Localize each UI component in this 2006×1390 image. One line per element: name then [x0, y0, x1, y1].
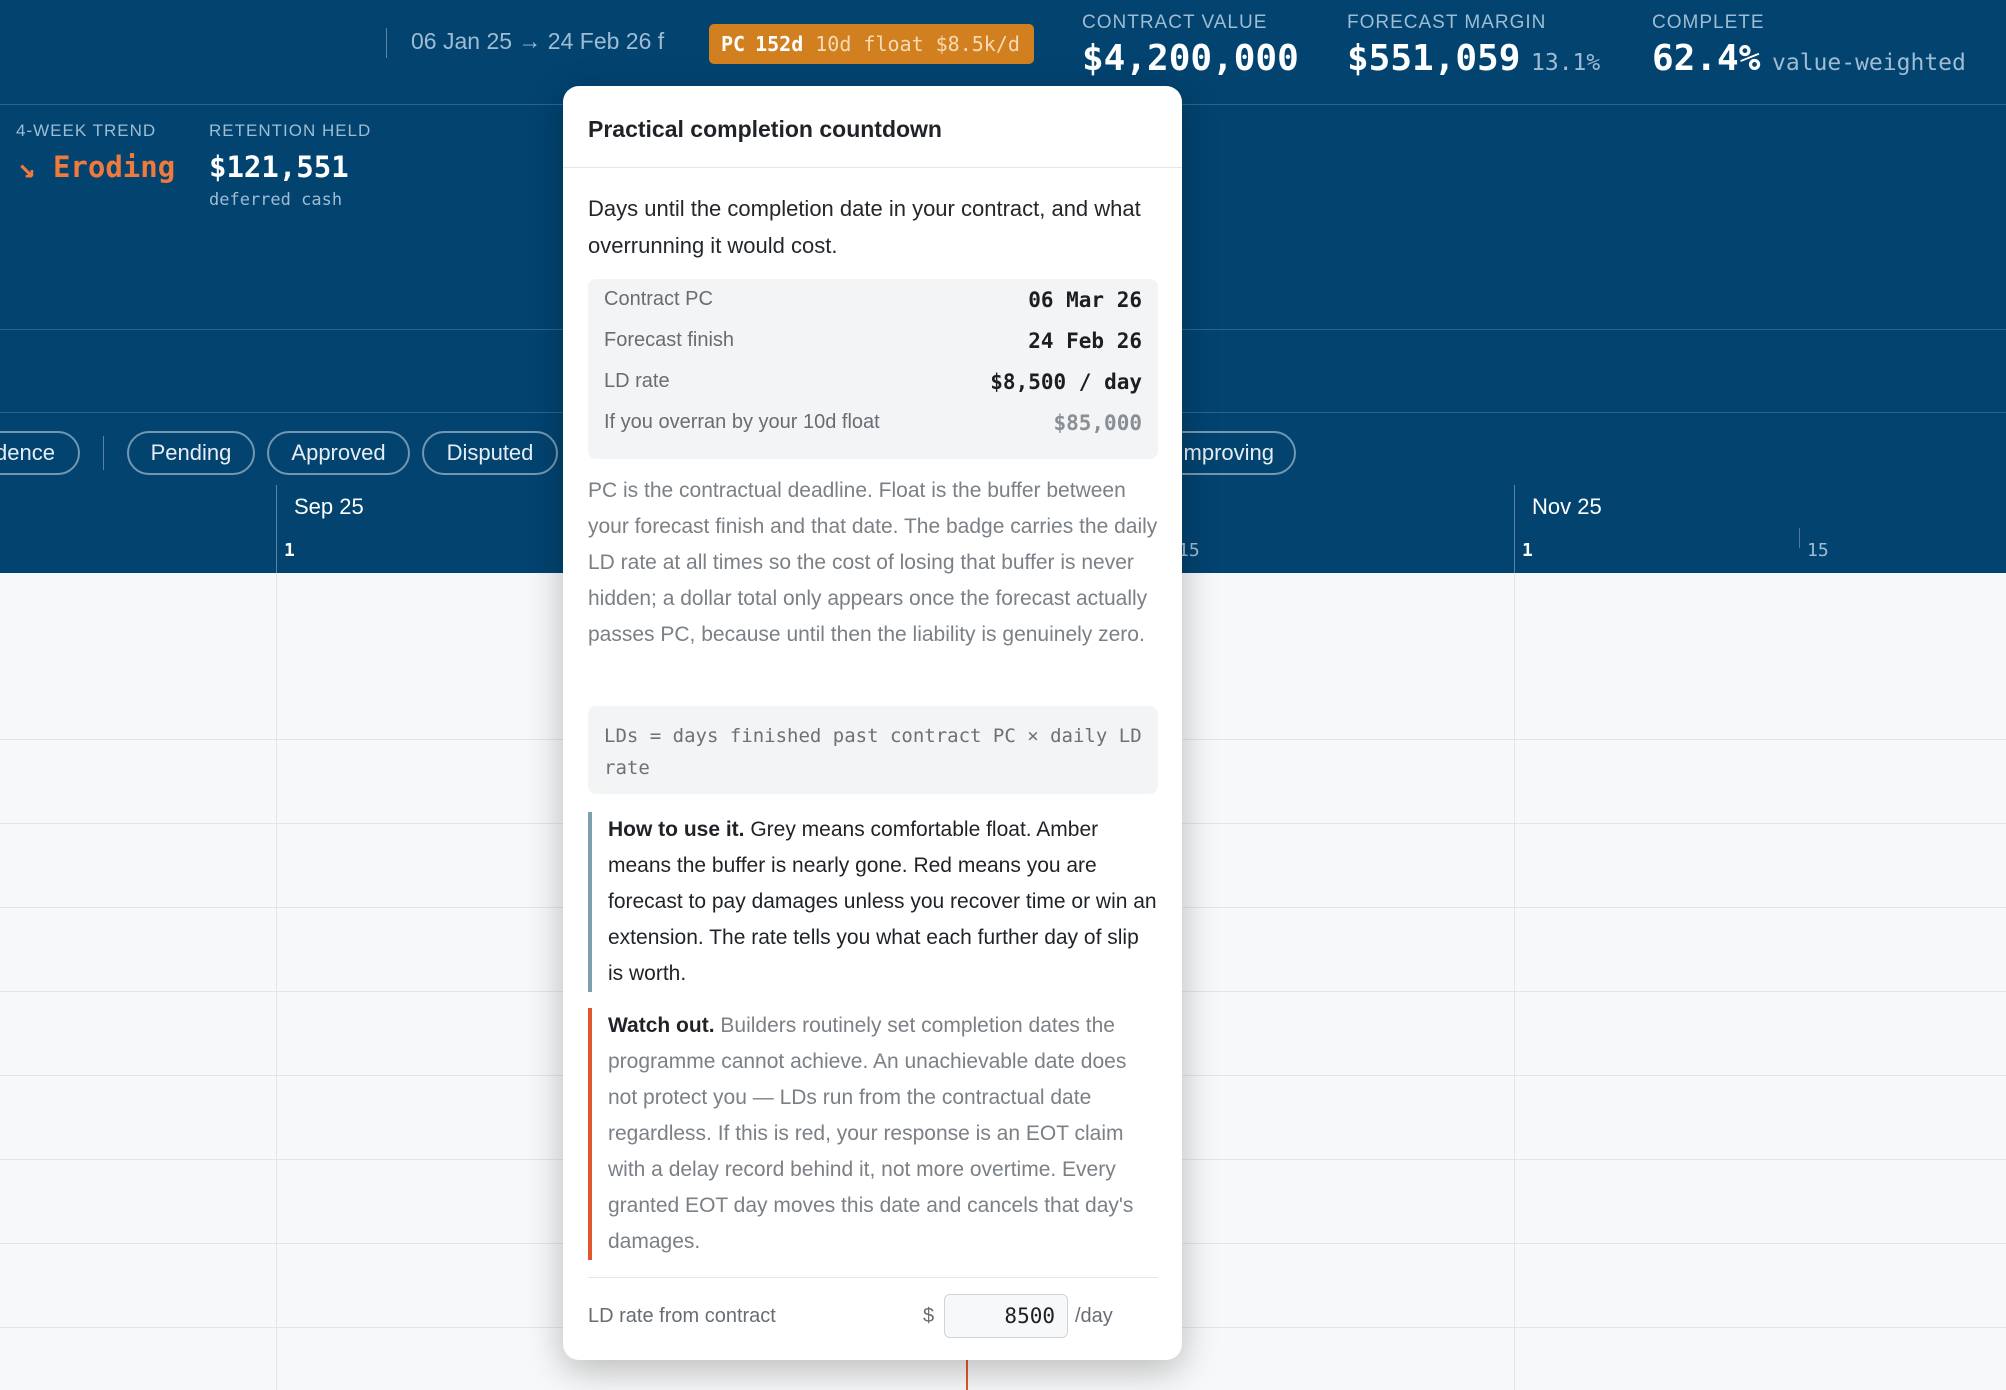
stat-row-ld-rate: LD rate $8,500 / day — [604, 361, 1142, 402]
retention-sub: deferred cash — [209, 190, 343, 210]
pc-countdown-popover: Practical completion countdown Days unti… — [563, 86, 1182, 1360]
callout-lead: How to use it. — [608, 818, 745, 841]
trend-text: Eroding — [52, 150, 176, 184]
filter-pill-approved[interactable]: Approved — [267, 431, 410, 475]
stat-value: $85,000 — [1053, 410, 1142, 435]
stat-label: Forecast finish — [604, 329, 735, 351]
callout-text: Grey means comfortable float. Amber mean… — [608, 818, 1157, 985]
divider — [588, 1277, 1158, 1278]
grid-column-line — [276, 573, 277, 1390]
trend-value: ↘ Eroding — [18, 150, 175, 184]
day-tick: 15 — [1807, 540, 1829, 561]
watch-out-callout: Watch out. Builders routinely set comple… — [588, 1008, 1158, 1260]
stat-row-forecast-finish: Forecast finish 24 Feb 26 — [604, 320, 1142, 361]
kpi-value-forecast-margin: $551,059 — [1347, 38, 1521, 79]
month-label: Sep 25 — [294, 494, 364, 519]
pc-badge-float: 10d float — [815, 32, 924, 56]
divider — [563, 167, 1182, 168]
filter-pill-evidence[interactable]: dence — [0, 431, 80, 475]
kpi-value-complete: 62.4% — [1652, 38, 1761, 79]
stat-label: LD rate — [604, 370, 670, 392]
pc-badge-label: PC — [721, 32, 746, 56]
trend-label: 4-WEEK TREND — [16, 121, 157, 140]
stat-label: Contract PC — [604, 288, 713, 310]
stat-label: If you overran by your 10d float — [604, 411, 880, 433]
kpi-sub-complete: value-weighted — [1772, 50, 1966, 76]
pc-countdown-badge[interactable]: PC 152d 10d float $8.5k/d — [709, 24, 1034, 64]
month-gridline — [276, 485, 277, 573]
grid-column-line — [1514, 573, 1515, 1390]
popover-title: Practical completion countdown — [588, 116, 942, 142]
kpi-sub-forecast-margin: 13.1% — [1531, 50, 1601, 76]
filter-pill-pending[interactable]: Pending — [127, 431, 255, 475]
pc-badge-days: 152d — [755, 32, 804, 56]
kpi-label-contract-value: CONTRACT VALUE — [1082, 12, 1268, 33]
kpi-value-contract-value: $4,200,000 — [1082, 38, 1299, 79]
callout-lead: Watch out. — [608, 1014, 715, 1037]
stat-value: $8,500 / day — [990, 369, 1142, 394]
divider — [386, 28, 387, 58]
ld-rate-label: LD rate from contract — [588, 1305, 776, 1327]
filter-pill-disputed[interactable]: Disputed — [422, 431, 558, 475]
stat-value: 24 Feb 26 — [1028, 328, 1142, 353]
kpi-label-forecast-margin: FORECAST MARGIN — [1347, 12, 1547, 33]
stat-value: 06 Mar 26 — [1028, 287, 1142, 312]
how-to-use-callout: How to use it. Grey means comfortable fl… — [588, 812, 1158, 992]
pc-badge-rate: $8.5k/d — [935, 32, 1020, 56]
ld-formula: LDs = days finished past contract PC × d… — [588, 706, 1158, 794]
callout-text: Builders routinely set completion dates … — [608, 1014, 1134, 1253]
retention-value: $121,551 — [209, 150, 349, 184]
arrow-down-right-icon: ↘ — [18, 150, 36, 184]
day-tick: 1 — [1522, 540, 1533, 561]
pc-stats-table: Contract PC 06 Mar 26 Forecast finish 24… — [588, 279, 1158, 459]
ld-rate-input[interactable] — [944, 1294, 1068, 1338]
divider — [103, 436, 104, 470]
tick-mark — [1799, 528, 1800, 548]
day-tick: 1 — [284, 540, 295, 561]
month-label: Nov 25 — [1532, 494, 1602, 519]
month-gridline — [1514, 485, 1515, 573]
rate-unit: /day — [1075, 1305, 1113, 1327]
kpi-label-complete: COMPLETE — [1652, 12, 1765, 33]
popover-explanation: PC is the contractual deadline. Float is… — [588, 479, 1158, 646]
popover-intro: Days until the completion date in your c… — [588, 196, 1141, 258]
stat-row-float-overrun-cost: If you overran by your 10d float $85,000 — [604, 402, 1142, 443]
date-range: 06 Jan 25 → 24 Feb 26 f — [411, 28, 665, 54]
retention-label: RETENTION HELD — [209, 121, 372, 140]
stat-row-contract-pc: Contract PC 06 Mar 26 — [604, 279, 1142, 320]
currency-symbol: $ — [923, 1305, 935, 1327]
